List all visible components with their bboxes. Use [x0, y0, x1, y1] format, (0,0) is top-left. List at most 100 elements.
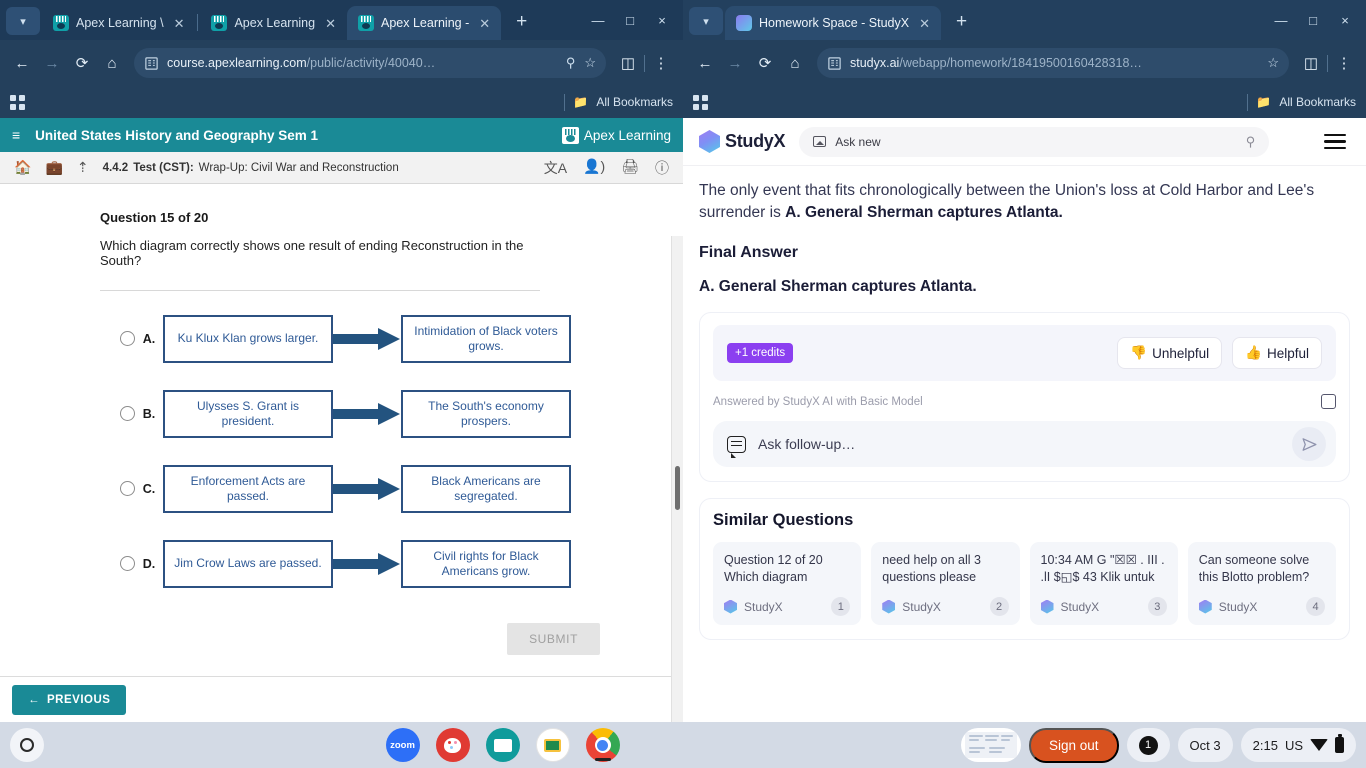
- new-tab-button[interactable]: +: [950, 11, 973, 33]
- close-tab-icon[interactable]: ✕: [476, 15, 493, 32]
- close-window-icon[interactable]: ×: [1330, 8, 1360, 32]
- help-icon[interactable]: ⓘ: [655, 158, 669, 178]
- translate-icon[interactable]: 文A: [544, 158, 567, 178]
- launcher-button[interactable]: [10, 728, 44, 762]
- effect-box: The South's economy prospers.: [401, 389, 571, 438]
- bookmark-star-icon[interactable]: ☆: [584, 55, 596, 71]
- new-tab-button[interactable]: +: [510, 11, 533, 33]
- apps-grid-icon[interactable]: [10, 94, 25, 110]
- status-tray[interactable]: 2:15 US: [1240, 728, 1356, 762]
- minimize-icon[interactable]: —: [583, 8, 613, 32]
- minimize-icon[interactable]: —: [1266, 8, 1296, 32]
- taskbar-app-paint[interactable]: [435, 728, 470, 762]
- address-bar-left[interactable]: course.apexlearning.com/public/activity/…: [134, 48, 606, 78]
- taskbar-app-news[interactable]: [485, 728, 520, 762]
- close-tab-icon[interactable]: ✕: [916, 15, 933, 32]
- tab-studyx[interactable]: Homework Space - StudyX ✕: [725, 6, 941, 40]
- tab-apex-1[interactable]: Apex Learning \ ✕: [42, 6, 195, 40]
- submit-button[interactable]: SUBMIT: [507, 623, 600, 656]
- hamburger-menu-icon[interactable]: [1320, 130, 1350, 153]
- upload-icon[interactable]: ⇡: [77, 159, 89, 176]
- back-icon[interactable]: ←: [691, 49, 719, 77]
- radio-button-c[interactable]: [120, 481, 135, 497]
- read-aloud-icon[interactable]: 👤): [583, 158, 605, 178]
- search-icon[interactable]: ⚲: [1246, 134, 1256, 150]
- home-icon[interactable]: ⌂: [781, 49, 809, 77]
- tab-search-button[interactable]: ▾: [6, 7, 40, 35]
- scrollbar-thumb[interactable]: [675, 466, 680, 510]
- search-icon[interactable]: ⚲: [566, 55, 576, 71]
- similar-question-brand: StudyX: [902, 599, 941, 614]
- similar-questions-list: Question 12 of 20 Which diagram StudyX 1…: [713, 542, 1336, 625]
- notifications-tray[interactable]: 1: [1126, 728, 1170, 762]
- choice-letter: B.: [142, 406, 156, 421]
- send-button[interactable]: [1292, 427, 1326, 461]
- ask-new-search[interactable]: Ask new ⚲: [799, 126, 1270, 157]
- window-controls-left: — □ ×: [583, 8, 683, 40]
- back-icon[interactable]: ←: [8, 49, 36, 77]
- home-icon[interactable]: ⌂: [98, 49, 126, 77]
- radio-button-a[interactable]: [120, 331, 135, 347]
- breadcrumb-number: 4.4.2: [102, 161, 129, 174]
- page-scrollbar[interactable]: [671, 236, 683, 722]
- similar-question-card[interactable]: need help on all 3 questions please Stud…: [871, 542, 1020, 625]
- similar-question-text: 10:34 AM G "☒☒ . III . .lI $◱$ 43 Klik u…: [1040, 553, 1165, 584]
- reload-icon[interactable]: ⟳: [68, 49, 96, 77]
- close-tab-icon[interactable]: ✕: [171, 15, 188, 32]
- bookmark-star-icon[interactable]: ☆: [1267, 55, 1279, 71]
- address-bar-right[interactable]: studyx.ai/webapp/homework/18419500160428…: [817, 48, 1289, 78]
- maximize-icon[interactable]: □: [615, 8, 645, 32]
- previous-button[interactable]: ← PREVIOUS: [12, 684, 127, 715]
- helpful-button[interactable]: 👍 Helpful: [1232, 337, 1322, 369]
- unhelpful-button[interactable]: 👎 Unhelpful: [1117, 337, 1223, 369]
- taskbar-app-chrome[interactable]: [585, 728, 620, 762]
- toolbar-divider: [644, 54, 645, 72]
- taskbar-app-zoom[interactable]: zoom: [385, 728, 420, 762]
- similar-question-card[interactable]: Question 12 of 20 Which diagram StudyX 1: [713, 542, 862, 625]
- tab-apex-2[interactable]: Apex Learning ✕: [200, 6, 347, 40]
- menu-list-icon[interactable]: ≡: [12, 127, 21, 143]
- radio-button-d[interactable]: [120, 556, 135, 572]
- browser-menu-icon[interactable]: ⋮: [1330, 49, 1358, 77]
- taskbar-app-classroom[interactable]: [535, 728, 570, 762]
- tab-strip-left: ▾ Apex Learning \ ✕ Apex Learning ✕ Apex…: [0, 0, 683, 40]
- all-bookmarks-label[interactable]: All Bookmarks: [596, 95, 673, 109]
- briefcase-icon[interactable]: 💼: [45, 159, 62, 176]
- submit-row: SUBMIT: [100, 623, 600, 656]
- tab-apex-3[interactable]: Apex Learning - ✕: [347, 6, 502, 40]
- similar-question-footer: StudyX 2: [882, 597, 1009, 616]
- copy-icon[interactable]: [1318, 391, 1336, 409]
- sign-out-button[interactable]: Sign out: [1029, 727, 1119, 763]
- notification-count-badge: 1: [1138, 735, 1158, 755]
- close-window-icon[interactable]: ×: [647, 8, 677, 32]
- apps-grid-icon[interactable]: [693, 94, 708, 110]
- navigation-bar-left: ← → ⟳ ⌂ course.apexlearning.com/public/a…: [0, 40, 683, 86]
- answer-choice-b[interactable]: B. Ulysses S. Grant is president. The So…: [100, 376, 683, 451]
- home-icon[interactable]: 🏠: [14, 159, 31, 176]
- maximize-icon[interactable]: □: [1298, 8, 1328, 32]
- active-app-indicator: [594, 758, 611, 761]
- answer-choice-d[interactable]: D. Jim Crow Laws are passed. Civil right…: [100, 526, 683, 601]
- answer-choice-c[interactable]: C. Enforcement Acts are passed. Black Am…: [100, 451, 683, 526]
- forward-icon[interactable]: →: [721, 49, 749, 77]
- radio-button-b[interactable]: [120, 406, 135, 422]
- window-controls-right: — □ ×: [1266, 8, 1366, 40]
- close-tab-icon[interactable]: ✕: [322, 15, 339, 32]
- followup-input[interactable]: Ask follow-up…: [713, 421, 1336, 467]
- date-tray[interactable]: Oct 3: [1177, 728, 1233, 762]
- similar-question-card[interactable]: Can someone solve this Blotto problem? S…: [1187, 542, 1336, 625]
- studyx-logo[interactable]: StudyX: [699, 130, 786, 153]
- tab-search-button[interactable]: ▾: [689, 7, 723, 35]
- reload-icon[interactable]: ⟳: [751, 49, 779, 77]
- answer-choice-a[interactable]: A. Ku Klux Klan grows larger. Intimidati…: [100, 301, 683, 376]
- extensions-icon[interactable]: ◫: [614, 49, 642, 77]
- similar-question-card[interactable]: 10:34 AM G "☒☒ . III . .lI $◱$ 43 Klik u…: [1029, 542, 1178, 625]
- window-preview-thumbnail[interactable]: [961, 728, 1021, 762]
- print-icon[interactable]: 🖨: [621, 158, 639, 178]
- all-bookmarks-label[interactable]: All Bookmarks: [1279, 95, 1356, 109]
- forward-icon[interactable]: →: [38, 49, 66, 77]
- extensions-icon[interactable]: ◫: [1297, 49, 1325, 77]
- similar-question-index: 4: [1306, 597, 1325, 616]
- question-text: Which diagram correctly shows one result…: [100, 238, 524, 269]
- browser-menu-icon[interactable]: ⋮: [647, 49, 675, 77]
